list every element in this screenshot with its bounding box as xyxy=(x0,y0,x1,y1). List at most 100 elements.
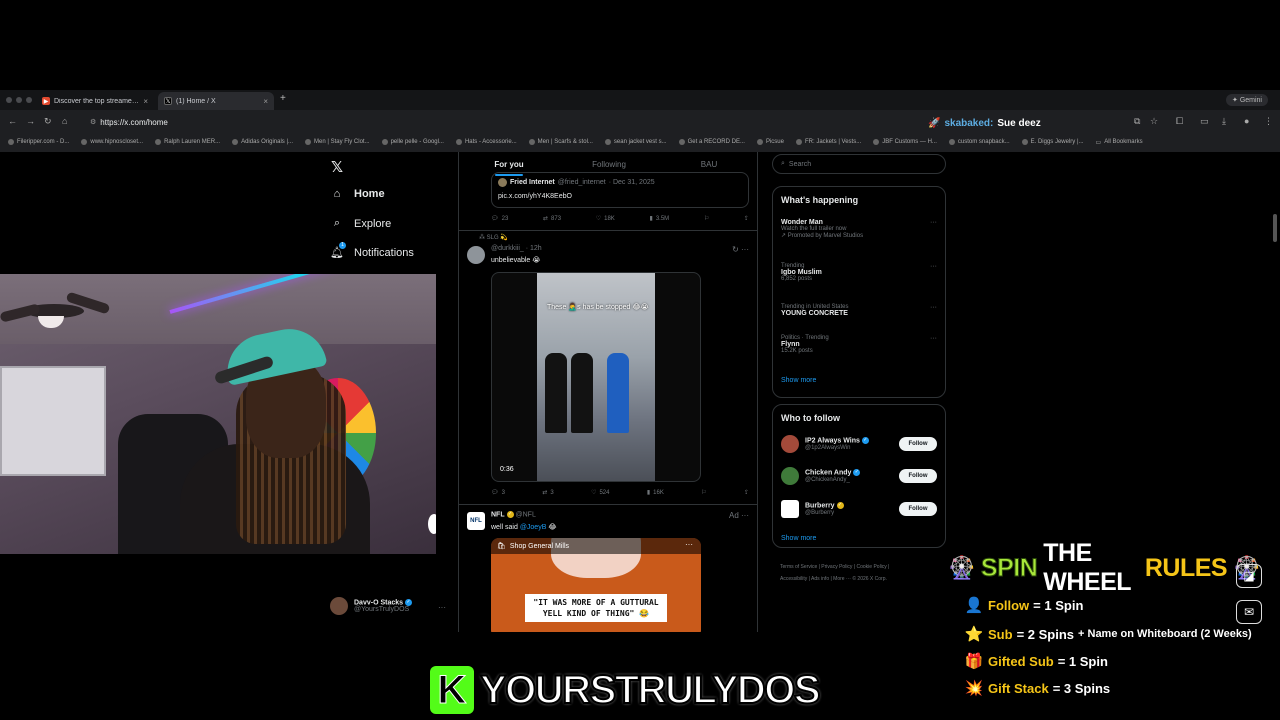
trend-more-icon[interactable]: ··· xyxy=(930,263,937,270)
reply-button[interactable]: 💬︎ 23 xyxy=(491,215,508,223)
follow-suggestion[interactable]: Chicken Andy ✓ @ChickenAndy_ xyxy=(781,467,861,485)
x-logo-icon[interactable]: 𝕏 xyxy=(331,158,343,176)
bookmark-item[interactable]: Ralph Lauren MER... xyxy=(155,139,220,145)
author-handle[interactable]: @durkkiii_ xyxy=(491,245,524,252)
share-button[interactable]: ⇪ xyxy=(744,489,749,496)
bookmark-item[interactable]: Men | Scarfs & stol... xyxy=(528,139,593,145)
follow-button[interactable]: Follow xyxy=(899,469,937,483)
close-tab-icon[interactable]: × xyxy=(263,97,268,106)
repost-button[interactable]: ⇄ 3 xyxy=(542,489,553,497)
follow-button[interactable]: Follow xyxy=(899,437,937,451)
panel-title: What's happening xyxy=(781,195,859,205)
site-info-icon[interactable]: ⚙ xyxy=(90,118,96,126)
menu-icon[interactable]: ⋮ xyxy=(1264,116,1273,127)
minimize-window-button[interactable] xyxy=(16,97,22,103)
footer-links[interactable]: Terms of Service | Privacy Policy | Cook… xyxy=(780,564,889,570)
account-switcher[interactable]: Davv-O Stacks ✓ @YoursTrulyDOS xyxy=(330,597,412,615)
bookmark-item[interactable]: E. Diggs Jewelry |... xyxy=(1021,139,1084,145)
bookmark-item[interactable]: Men | Stay Fly Clot... xyxy=(305,139,370,145)
trend-item[interactable]: Politics · Trending Flynn 15.2K posts xyxy=(781,335,829,354)
bookmark-item[interactable]: custom snapback... xyxy=(948,139,1010,145)
chat-overlay: 🚀 skabaked: Sue deez xyxy=(928,118,1041,129)
mention-link[interactable]: @JoeyB xyxy=(520,524,547,531)
suggestion-name: Chicken Andy ✓ xyxy=(805,469,861,477)
follow-button[interactable]: Follow xyxy=(899,502,937,516)
trend-item[interactable]: Trending Igbo Muslim 6,852 posts xyxy=(781,263,822,282)
reply-button[interactable]: 💬︎ 3 xyxy=(491,489,505,497)
author-name[interactable]: NFL xyxy=(491,511,505,518)
trend-more-icon[interactable]: ··· xyxy=(930,335,937,342)
search-input[interactable]: ⌕ Search xyxy=(772,154,946,174)
account-more-icon[interactable]: ··· xyxy=(438,603,446,612)
bookmark-favicon-icon xyxy=(795,139,802,145)
bookmark-item[interactable]: FR: Jackets | Vests... xyxy=(795,139,861,145)
quoted-post[interactable]: Fried Internet @fried_internet · Dec 31,… xyxy=(491,172,749,208)
follow-suggestion[interactable]: IP2 Always Wins ✓ @1p2AlwaysWin xyxy=(781,435,869,453)
nav-item-home[interactable]: ⌂ Home xyxy=(330,188,385,200)
tab-x-home[interactable]: 𝕏 (1) Home / X × xyxy=(158,92,274,110)
trend-more-icon[interactable]: ··· xyxy=(930,219,937,226)
bookmark-item[interactable]: JBF Customs — H... xyxy=(873,139,937,145)
bookmark-item[interactable]: www.hipnoscloset... xyxy=(81,139,143,145)
install-icon[interactable]: ⧉ xyxy=(1134,116,1140,127)
bookmark-item[interactable]: Picsue xyxy=(756,139,784,145)
like-button[interactable]: ♡ 524 xyxy=(591,489,609,497)
trend-item[interactable]: Wonder Man Watch the full trailer now ↗ … xyxy=(781,219,863,239)
grok-icon[interactable]: ◪ xyxy=(1236,564,1262,588)
forward-icon[interactable]: → xyxy=(26,116,35,126)
nav-item-explore[interactable]: ⌕ Explore xyxy=(330,217,391,230)
video-duration: 0:36 xyxy=(500,466,514,473)
share-button[interactable]: ⇪ xyxy=(744,215,749,222)
bookmark-button[interactable]: ⚐ xyxy=(701,489,706,496)
tab-title: (1) Home / X xyxy=(176,97,216,105)
bookmark-item[interactable]: Adidas Originals |... xyxy=(232,139,293,145)
trend-more-icon[interactable]: ··· xyxy=(930,304,937,311)
gemini-button[interactable]: ✦ Gemini xyxy=(1226,94,1268,106)
views-button[interactable]: ▮ 3.5M xyxy=(650,215,670,223)
messages-icon[interactable]: ✉ xyxy=(1236,600,1262,624)
trend-item[interactable]: Trending in United States YOUNG CONCRETE xyxy=(781,304,848,317)
show-more-link[interactable]: Show more xyxy=(781,535,816,542)
repost-button[interactable]: ⇄ 873 xyxy=(543,215,561,223)
maximize-window-button[interactable] xyxy=(26,97,32,103)
tab-discover[interactable]: ▶ Discover the top streamed m × xyxy=(36,92,154,110)
close-window-button[interactable] xyxy=(6,97,12,103)
bookmark-item[interactable]: Fileripper.com - D... xyxy=(8,139,69,145)
bookmark-item[interactable]: Get a RECORD DE... xyxy=(678,139,745,145)
post-ad-options[interactable]: Ad ··· xyxy=(729,511,749,520)
nav-label: Home xyxy=(354,188,385,200)
page-scrollbar[interactable] xyxy=(1273,214,1277,242)
bookmark-item[interactable]: sean jacket vest s... xyxy=(604,139,667,145)
rule-lead: Sub xyxy=(988,626,1013,642)
reload-icon[interactable]: ↻ xyxy=(44,116,52,127)
more-options-icon[interactable]: ↻ ··· xyxy=(732,245,749,254)
bookmark-item[interactable]: pelle pelle - Googl... xyxy=(381,139,444,145)
follow-suggestion[interactable]: Burberry ✓ @Burberry xyxy=(781,500,844,518)
views-button[interactable]: ▮ 16K xyxy=(646,489,664,497)
close-tab-icon[interactable]: × xyxy=(143,97,148,106)
new-tab-button[interactable]: + xyxy=(280,93,286,104)
footer-links[interactable]: Accessibility | Ads info | More ··· © 20… xyxy=(780,576,887,582)
back-icon[interactable]: ← xyxy=(8,116,17,126)
quoted-link[interactable]: pic.x.com/yhY4K8EebO xyxy=(498,193,572,200)
sidebar-icon[interactable]: ▭ xyxy=(1200,116,1209,127)
video-player[interactable]: These 🤦‍♂️s has be stopped 😂😭 0:36 xyxy=(491,272,701,482)
download-icon[interactable]: ⤓ xyxy=(1222,116,1226,127)
nfl-logo-icon[interactable]: NFL xyxy=(467,512,485,530)
bookmark-button[interactable]: ⚐ xyxy=(704,215,709,222)
all-bookmarks[interactable]: ▭ All Bookmarks xyxy=(1096,139,1143,146)
shop-overlay[interactable]: 🛍 Shop General Mills xyxy=(491,538,701,554)
media-more-icon[interactable]: ··· xyxy=(685,540,693,549)
search-placeholder: Search xyxy=(788,160,812,168)
bookmark-star-icon[interactable]: ☆ xyxy=(1150,116,1158,127)
nav-item-notifications[interactable]: 🔔︎ 1 Notifications xyxy=(330,242,414,259)
show-more-link[interactable]: Show more xyxy=(781,377,816,384)
profile-icon[interactable]: ● xyxy=(1244,116,1249,126)
extensions-icon[interactable]: ⧠ xyxy=(1176,116,1183,127)
bookmark-item[interactable]: Hats - Accessorie... xyxy=(455,139,517,145)
views-icon: ▮ xyxy=(646,490,651,496)
like-button[interactable]: ♡ 18K xyxy=(596,215,615,223)
ad-media[interactable]: 🛍 Shop General Mills ··· "IT WAS MORE OF … xyxy=(491,538,701,632)
avatar[interactable] xyxy=(467,246,485,264)
home-browser-icon[interactable]: ⌂ xyxy=(62,116,67,126)
